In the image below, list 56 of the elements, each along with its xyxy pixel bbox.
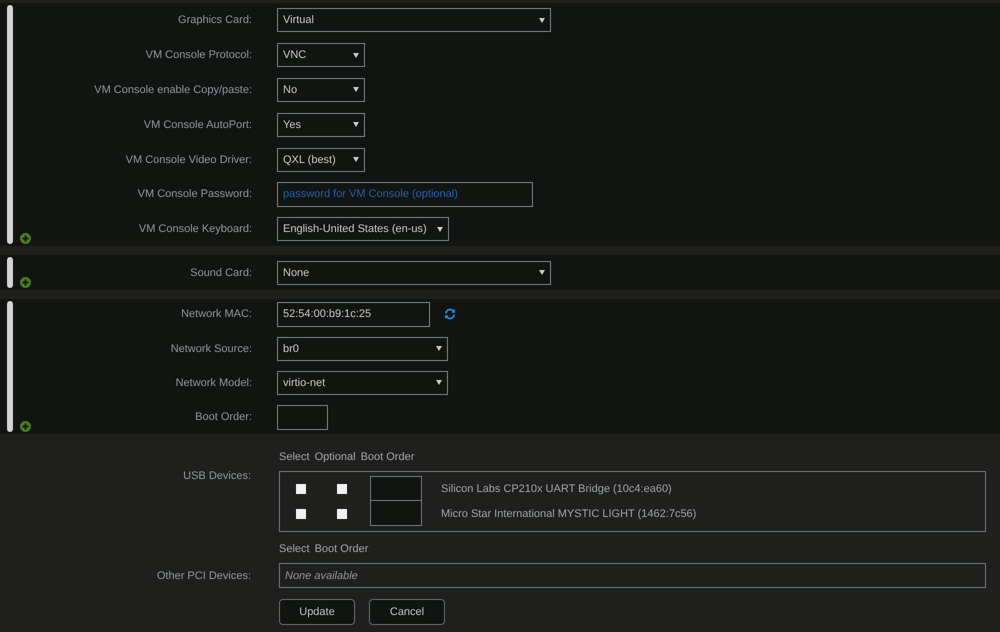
dropdown[interactable]: Virtual: [277, 8, 551, 32]
refresh-icon[interactable]: [444, 308, 456, 320]
dropdown[interactable]: No: [277, 78, 365, 102]
caret-icon: [437, 226, 443, 232]
field-label: Sound Card:: [189, 266, 252, 279]
mac-address-field[interactable]: 52:54:00:b9:1c:25: [277, 302, 430, 327]
column-header: Select: [279, 542, 310, 555]
caret-icon: [539, 270, 545, 276]
dropdown[interactable]: virtio-net: [277, 370, 448, 395]
field-label: VM Console Keyboard:: [138, 223, 252, 236]
dropdown[interactable]: Yes: [277, 112, 365, 137]
field-label: VM Console Password:: [136, 188, 252, 200]
column-header: Optional: [314, 450, 356, 463]
device-name: Silicon Labs CP210x UART Bridge (10c4:ea60): [441, 482, 672, 495]
caret-icon: [436, 346, 442, 352]
caret-icon: [353, 87, 359, 92]
dropdown[interactable]: English-United States (en-us): [277, 217, 449, 242]
field-label: Network MAC:: [180, 308, 252, 320]
checkbox[interactable]: [337, 508, 347, 519]
field-label: VM Console AutoPort:: [142, 118, 252, 131]
column-header: Select: [279, 450, 310, 463]
field-label: VM Console Protocol:: [144, 49, 252, 62]
boot-order-field[interactable]: [277, 404, 328, 430]
password-field[interactable]: password for VM Console (optional): [277, 182, 533, 207]
caret-icon: [353, 122, 359, 128]
boot-order-field[interactable]: [370, 476, 422, 502]
caret-icon: [539, 18, 545, 23]
caret-icon: [436, 380, 442, 386]
device-name: Micro Star International MYSTIC LIGHT (1462:7c56): [441, 508, 696, 520]
form-button[interactable]: Update: [279, 599, 355, 626]
field-label: Network Model:: [174, 376, 252, 389]
field-label: VM Console enable Copy/paste:: [93, 84, 252, 96]
caret-icon: [353, 52, 359, 58]
add-icon[interactable]: [20, 421, 31, 432]
checkbox[interactable]: [296, 508, 306, 519]
form-button[interactable]: Cancel: [369, 599, 445, 626]
dropdown[interactable]: br0: [277, 336, 448, 361]
caret-icon: [353, 157, 359, 162]
dropdown[interactable]: None: [277, 260, 551, 285]
add-icon[interactable]: [20, 276, 31, 288]
add-icon[interactable]: [20, 233, 31, 244]
dropdown[interactable]: VNC: [277, 43, 365, 68]
checkbox[interactable]: [296, 484, 306, 494]
boot-order-field[interactable]: [370, 500, 422, 526]
empty-message: None available: [285, 570, 358, 582]
field-label: USB Devices:: [182, 469, 251, 484]
section-bar: [7, 257, 13, 288]
dropdown[interactable]: QXL (best): [277, 148, 365, 172]
field-label: Network Source:: [170, 342, 252, 355]
field-label: Other PCI Devices:: [156, 569, 251, 584]
field-label: VM Console Video Driver:: [124, 154, 252, 166]
field-label: Boot Order:: [194, 411, 252, 424]
checkbox[interactable]: [337, 484, 347, 494]
column-header: Boot Order: [360, 450, 414, 463]
field-label: Graphics Card:: [177, 14, 252, 26]
column-header: Boot Order: [314, 542, 368, 555]
